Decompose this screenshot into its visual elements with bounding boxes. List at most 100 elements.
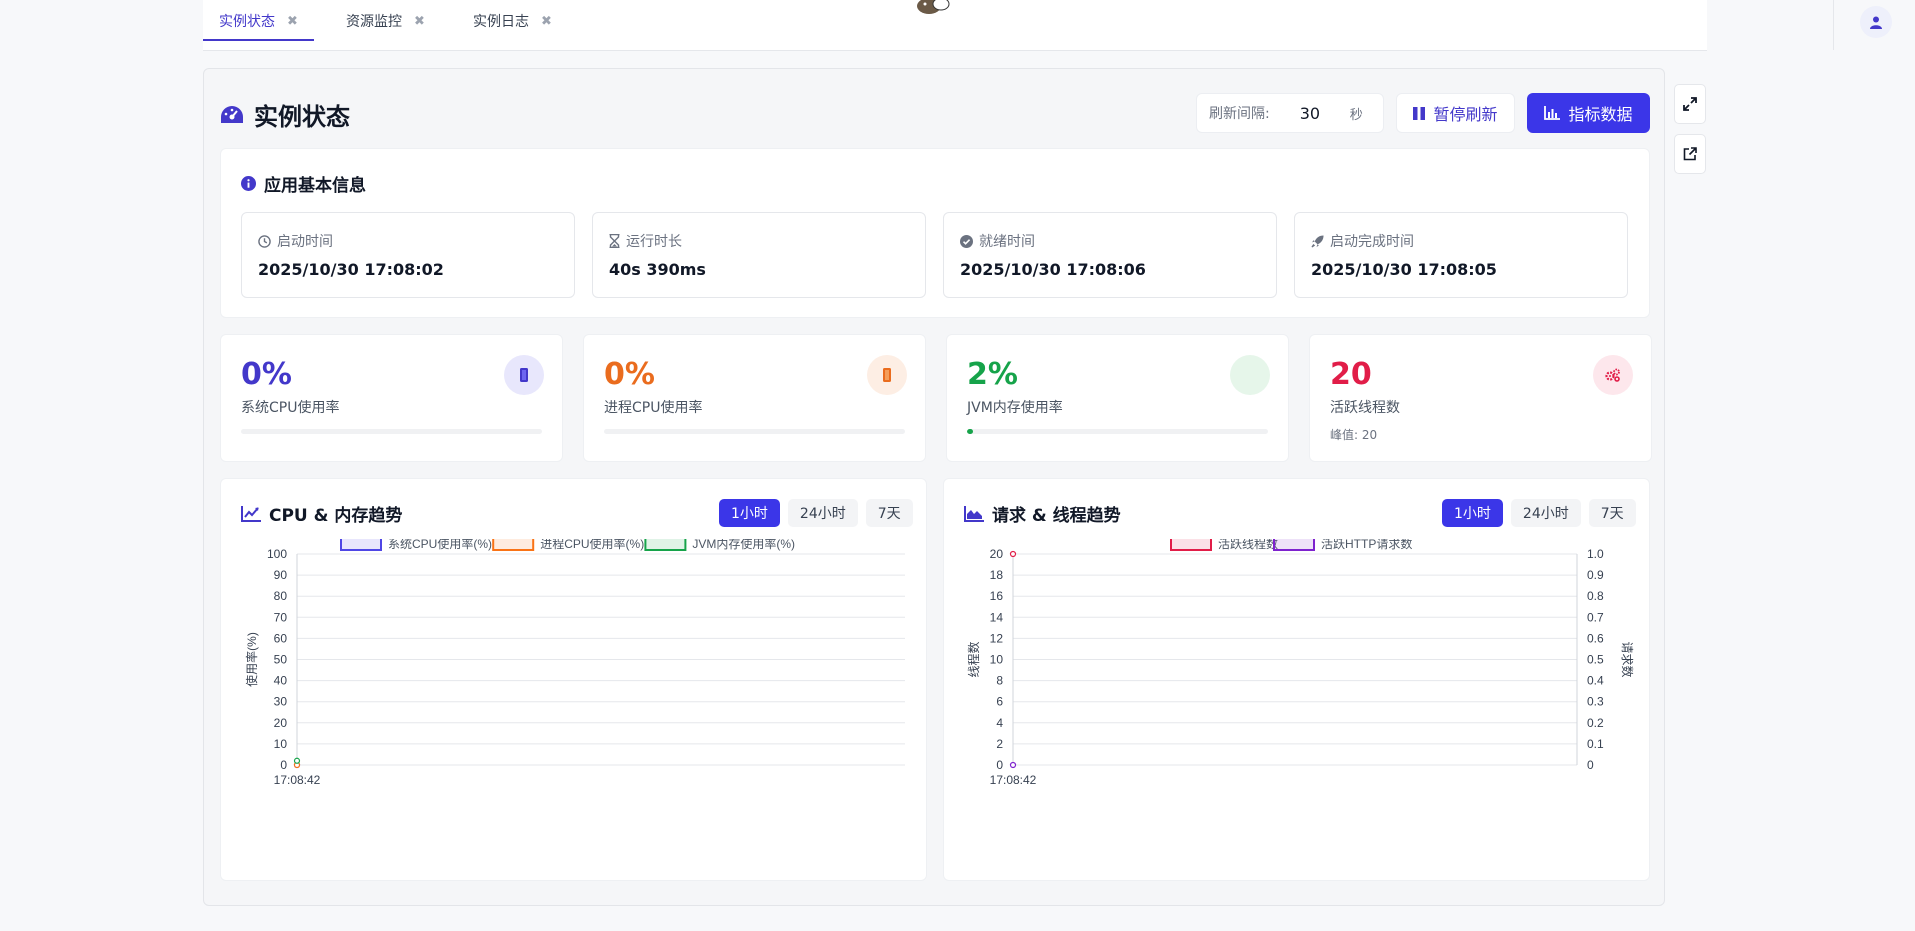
- user-avatar-button[interactable]: [1860, 6, 1892, 38]
- y2-tick-label: 0.8: [1587, 589, 1604, 603]
- tab-resource-monitor[interactable]: 资源监控 ✖: [346, 0, 425, 42]
- info-label-text: 就绪时间: [979, 234, 1035, 250]
- stat-card-jvm-memory: 2% JVM内存使用率: [946, 334, 1289, 462]
- x-tick-label: 17:08:42: [990, 773, 1037, 787]
- tab-bar: 实例状态 ✖ 资源监控 ✖ 实例日志 ✖: [203, 0, 1892, 51]
- y-tick-label: 8: [996, 674, 1003, 688]
- y2-axis-label: 请求数: [1620, 641, 1635, 677]
- y-tick-label: 12: [990, 631, 1004, 645]
- stat-value: 0%: [604, 357, 655, 392]
- range-24h-button[interactable]: 24小时: [787, 499, 858, 527]
- user-icon: [1870, 16, 1882, 29]
- legend-swatch[interactable]: [492, 539, 535, 551]
- info-ready-time: 就绪时间 2025/10/30 17:08:06: [943, 212, 1277, 298]
- fullscreen-button[interactable]: [1674, 84, 1706, 124]
- line-chart-icon: [241, 505, 261, 522]
- cpu-memory-trend-card: CPU & 内存趋势 1小时 24小时 7天 系统CPU使用率(%) 进程CPU使…: [220, 478, 927, 881]
- request-thread-chart: 活跃线程数 活跃HTTP请求数 0 0 2 0.1 4 0.2 6 0.3 8 0.4 10 0.5 12 0…: [966, 539, 1635, 787]
- range-7d-button[interactable]: 7天: [1588, 499, 1636, 527]
- range-24h-button[interactable]: 24小时: [1510, 499, 1581, 527]
- close-icon[interactable]: ✖: [414, 14, 425, 29]
- y-tick-label: 10: [990, 653, 1004, 667]
- stat-value: 0%: [241, 357, 292, 392]
- time-range-toggle: 1小时 24小时 7天: [1442, 499, 1636, 527]
- pause-refresh-label: 暂停刷新: [1433, 105, 1498, 124]
- legend-label[interactable]: 活跃线程数: [1218, 539, 1278, 551]
- range-7d-button[interactable]: 7天: [865, 499, 913, 527]
- stat-label: 系统CPU使用率: [241, 400, 340, 416]
- y2-tick-label: 0.4: [1587, 674, 1604, 688]
- y-tick-label: 40: [274, 674, 288, 688]
- chart-title-text: CPU & 内存趋势: [269, 506, 403, 526]
- rocket-icon: [1311, 234, 1324, 248]
- info-uptime: 运行时长 40s 390ms: [592, 212, 926, 298]
- range-1h-button[interactable]: 1小时: [719, 499, 780, 527]
- tab-label: 实例日志: [473, 14, 529, 30]
- legend-swatch[interactable]: [340, 539, 382, 551]
- open-external-button[interactable]: [1674, 134, 1706, 174]
- check-circle-icon: [960, 234, 973, 248]
- tab-instance-logs[interactable]: 实例日志 ✖: [473, 0, 552, 42]
- stat-card-active-threads: 20 活跃线程数 峰值: 20: [1309, 334, 1652, 462]
- chart-title: CPU & 内存趋势: [241, 501, 402, 526]
- stat-value: 20: [1330, 357, 1372, 392]
- stat-label: 进程CPU使用率: [604, 400, 703, 416]
- data-point[interactable]: [293, 757, 301, 764]
- instance-status-panel: 实例状态 刷新间隔: 30 秒 暂停刷新 指标数据 应用基本信息 启动时间 20…: [203, 68, 1665, 906]
- y-tick-label: 10: [274, 737, 288, 751]
- range-1h-button[interactable]: 1小时: [1442, 499, 1503, 527]
- time-range-toggle: 1小时 24小时 7天: [719, 499, 913, 527]
- app-info-card: 应用基本信息 启动时间 2025/10/30 17:08:02 运行时长 40s…: [220, 148, 1650, 318]
- hourglass-icon: [609, 234, 620, 248]
- info-value: 2025/10/30 17:08:05: [1311, 260, 1497, 279]
- y-tick-label: 80: [274, 589, 288, 603]
- info-label: 运行时长: [609, 231, 682, 251]
- info-start-complete-time: 启动完成时间 2025/10/30 17:08:05: [1294, 212, 1628, 298]
- memory-icon: [1230, 355, 1270, 395]
- legend-label[interactable]: JVM内存使用率(%): [692, 539, 795, 551]
- y-tick-label: 18: [990, 568, 1004, 582]
- data-point[interactable]: [1009, 761, 1017, 769]
- legend-swatch[interactable]: [1170, 539, 1212, 551]
- y-tick-label: 4: [996, 716, 1003, 730]
- y2-tick-label: 0.3: [1587, 695, 1604, 709]
- y2-tick-label: 0.6: [1587, 631, 1604, 645]
- expand-icon: [1683, 97, 1697, 111]
- y-tick-label: 20: [990, 547, 1004, 561]
- metrics-data-button[interactable]: 指标数据: [1527, 93, 1650, 133]
- refresh-interval-input[interactable]: 30: [1300, 104, 1340, 123]
- data-point[interactable]: [1009, 550, 1017, 558]
- info-value: 40s 390ms: [609, 260, 706, 279]
- stat-peak: 峰值: 20: [1330, 428, 1378, 442]
- progress-bar: [604, 429, 905, 434]
- y-tick-label: 14: [990, 610, 1004, 624]
- tab-label: 资源监控: [346, 14, 402, 30]
- stat-card-system-cpu: 0% 系统CPU使用率: [220, 334, 563, 462]
- y2-tick-label: 0.7: [1587, 610, 1604, 624]
- info-label-text: 运行时长: [626, 234, 682, 250]
- bar-chart-icon: [1544, 106, 1561, 120]
- progress-bar: [967, 429, 1268, 434]
- tab-instance-status[interactable]: 实例状态 ✖: [219, 0, 298, 42]
- y-tick-label: 20: [274, 716, 288, 730]
- y2-tick-label: 0.5: [1587, 653, 1604, 667]
- process-icon: [867, 355, 907, 395]
- y2-tick-label: 0.9: [1587, 568, 1604, 582]
- legend-label[interactable]: 进程CPU使用率(%): [540, 539, 644, 551]
- close-icon[interactable]: ✖: [541, 14, 552, 29]
- legend-label[interactable]: 系统CPU使用率(%): [388, 539, 492, 551]
- stat-value: 2%: [967, 357, 1018, 392]
- cpu-memory-chart: 系统CPU使用率(%) 进程CPU使用率(%) JVM内存使用率(%) 0 10 20 30…: [244, 539, 905, 787]
- legend-swatch[interactable]: [1273, 539, 1315, 551]
- y-tick-label: 100: [267, 547, 287, 561]
- external-link-icon: [1683, 147, 1697, 161]
- divider: [1833, 0, 1834, 50]
- legend-swatch[interactable]: [644, 539, 687, 551]
- y-axis-label: 线程数: [966, 641, 981, 677]
- legend-label[interactable]: 活跃HTTP请求数: [1321, 539, 1412, 551]
- pause-refresh-button[interactable]: 暂停刷新: [1396, 93, 1515, 133]
- y-tick-label: 0: [280, 758, 287, 772]
- y2-tick-label: 0.2: [1587, 716, 1604, 730]
- close-icon[interactable]: ✖: [287, 14, 298, 29]
- y-tick-label: 60: [274, 631, 288, 645]
